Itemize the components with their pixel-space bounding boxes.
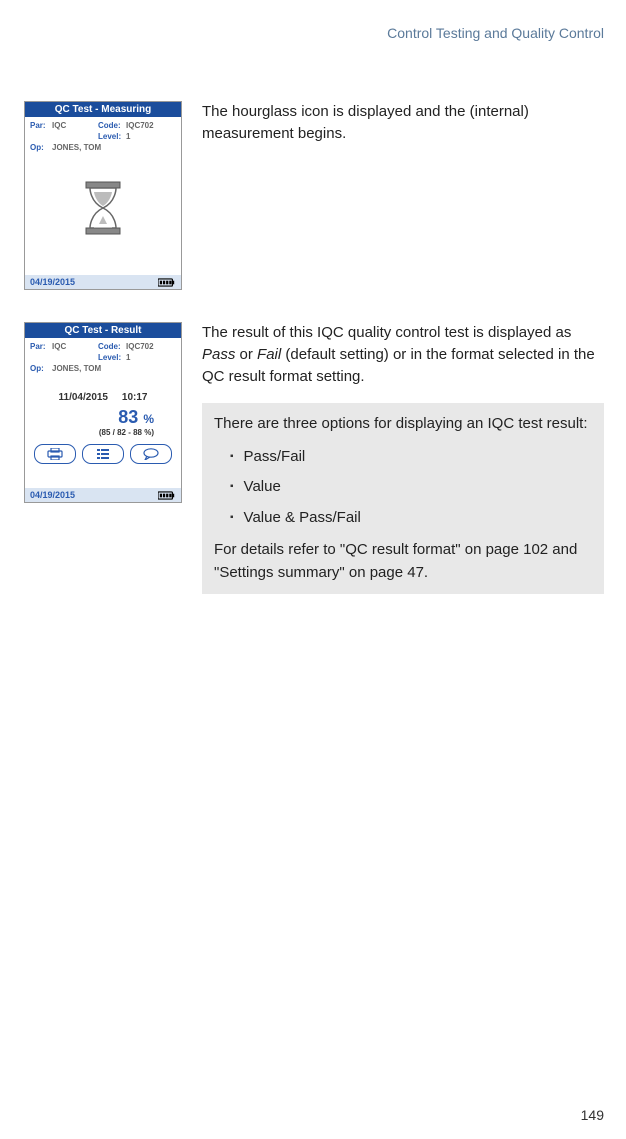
code-value: IQC702 (126, 120, 158, 131)
code-label: Code: (98, 341, 126, 352)
info-row-par: Par: IQC Code: IQC702 (30, 120, 176, 131)
infobox-option-2: Value (230, 472, 594, 503)
result-value: 83 % (30, 407, 176, 428)
info-row-par: Par: IQC Code: IQC702 (30, 341, 176, 352)
hourglass-container (30, 153, 176, 263)
chapter-header: Control Testing and Quality Control (24, 25, 604, 41)
infobox-option-1: Pass/Fail (230, 442, 594, 473)
par-label: Par: (30, 341, 52, 352)
footer-date: 04/19/2015 (30, 277, 75, 287)
op-value: JONES, TOM (52, 142, 101, 153)
pass-text: Pass (202, 346, 235, 363)
result-number: 83 (118, 407, 138, 427)
comment-button[interactable] (130, 444, 172, 464)
info-box: There are three options for displaying a… (202, 403, 604, 594)
op-label: Op: (30, 142, 52, 153)
printer-icon (46, 448, 64, 460)
screen-footer: 04/19/2015 (25, 275, 181, 289)
result-text-1a: The result of this IQC quality control t… (202, 324, 571, 341)
action-buttons (30, 441, 176, 469)
code-label: Code: (98, 120, 126, 131)
footer-date: 04/19/2015 (30, 490, 75, 500)
print-button[interactable] (34, 444, 76, 464)
par-label: Par: (30, 120, 52, 131)
speech-bubble-icon (142, 448, 160, 460)
level-label: Level: (98, 131, 126, 142)
screen-title: QC Test - Result (25, 323, 181, 338)
row-result: QC Test - Result Par: IQC Code: IQC702 L… (24, 322, 604, 594)
result-datetime: 11/04/2015 10:17 (30, 392, 176, 403)
battery-icon (158, 278, 176, 287)
result-paragraph: The result of this IQC quality control t… (202, 322, 604, 387)
chapter-title: Control Testing and Quality Control (387, 25, 604, 41)
code-value: IQC702 (126, 341, 158, 352)
row-measuring: QC Test - Measuring Par: IQC Code: IQC70… (24, 101, 604, 290)
fail-text: Fail (257, 346, 281, 363)
explanation-result: The result of this IQC quality control t… (202, 322, 604, 594)
screen-footer: 04/19/2015 (25, 488, 181, 502)
par-value: IQC (52, 120, 98, 131)
info-row-op: Op: JONES, TOM (30, 363, 176, 374)
explanation-measuring: The hourglass icon is displayed and the … (202, 101, 604, 145)
device-screen-measuring: QC Test - Measuring Par: IQC Code: IQC70… (24, 101, 182, 290)
explanation-text: The hourglass icon is displayed and the … (202, 103, 529, 142)
result-date: 11/04/2015 (59, 392, 109, 403)
device-screen-result: QC Test - Result Par: IQC Code: IQC702 L… (24, 322, 182, 503)
result-area: 11/04/2015 10:17 83 % (85 / 82 - 88 %) (30, 374, 176, 441)
result-range: (85 / 82 - 88 %) (30, 428, 176, 437)
op-value: JONES, TOM (52, 363, 101, 374)
op-label: Op: (30, 363, 52, 374)
level-value: 1 (126, 131, 158, 142)
infobox-list: Pass/Fail Value Value & Pass/Fail (214, 436, 594, 540)
screen-body: Par: IQC Code: IQC702 Level: 1 Op: JONE (25, 117, 181, 275)
screen-title: QC Test - Measuring (25, 102, 181, 117)
or-text: or (235, 346, 257, 363)
result-unit: % (143, 412, 154, 426)
hourglass-icon (80, 180, 126, 236)
list-icon (94, 448, 112, 460)
level-value: 1 (126, 352, 158, 363)
info-row-level: Level: 1 (30, 352, 176, 363)
infobox-intro: There are three options for displaying a… (214, 413, 594, 436)
screen-body: Par: IQC Code: IQC702 Level: 1 Op: JONE (25, 338, 181, 488)
list-button[interactable] (82, 444, 124, 464)
par-value: IQC (52, 341, 98, 352)
result-time: 10:17 (122, 392, 148, 403)
infobox-refs: For details refer to "QC result format" … (214, 539, 594, 584)
page-number: 149 (581, 1107, 604, 1123)
info-row-op: Op: JONES, TOM (30, 142, 176, 153)
level-label: Level: (98, 352, 126, 363)
battery-icon (158, 491, 176, 500)
infobox-option-3: Value & Pass/Fail (230, 503, 594, 534)
info-row-level: Level: 1 (30, 131, 176, 142)
